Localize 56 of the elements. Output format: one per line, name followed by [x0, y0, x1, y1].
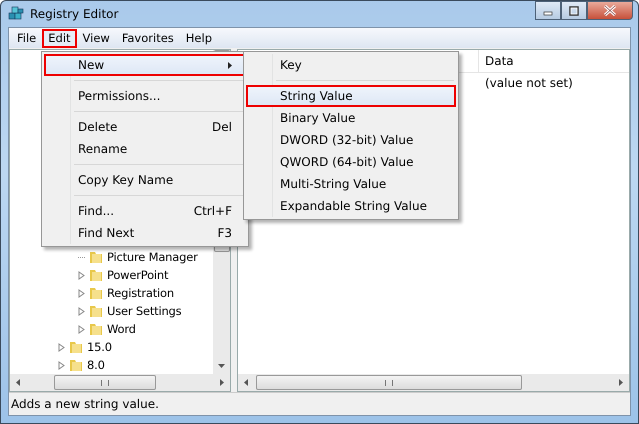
tree-item[interactable]: 8.0: [87, 358, 105, 372]
folder-icon: [88, 267, 104, 283]
tree-item[interactable]: PowerPoint: [107, 268, 168, 282]
maximize-icon: [568, 6, 580, 16]
expand-arrow-icon[interactable]: [78, 270, 85, 280]
folder-icon: [88, 303, 104, 319]
horizontal-scrollbar[interactable]: [10, 374, 230, 391]
folder-icon: [88, 321, 104, 337]
menu-item[interactable]: Multi-String Value: [246, 173, 456, 195]
menu-item[interactable]: Binary Value: [246, 107, 456, 129]
folder-icon: [88, 249, 104, 265]
tree-item[interactable]: Word: [107, 322, 136, 336]
right-arrow-icon[interactable]: [220, 379, 224, 386]
menu-title[interactable]: Help: [180, 28, 218, 48]
minimize-button[interactable]: [535, 1, 561, 20]
window-title: Registry Editor: [30, 7, 118, 21]
menu-item[interactable]: Permissions...: [44, 85, 246, 107]
menu-item[interactable]: Find... Ctrl+F: [44, 200, 246, 222]
menu-item[interactable]: Delete Del: [44, 116, 246, 138]
tree-item[interactable]: Picture Manager: [107, 250, 198, 264]
expand-arrow-icon[interactable]: [58, 360, 65, 370]
expand-arrow-icon[interactable]: [58, 342, 65, 352]
expand-arrow-icon[interactable]: [78, 324, 85, 334]
down-arrow-icon[interactable]: [218, 364, 225, 368]
tree-item[interactable]: User Settings: [107, 304, 182, 318]
close-button[interactable]: [587, 1, 633, 20]
folder-icon: [68, 339, 84, 355]
right-arrow-icon[interactable]: [619, 379, 623, 386]
menu-item[interactable]: Copy Key Name: [44, 169, 246, 191]
cubes-icon: [8, 6, 24, 22]
expand-arrow-icon[interactable]: [78, 306, 85, 316]
folder-icon: [68, 357, 84, 373]
left-arrow-icon[interactable]: [16, 379, 20, 386]
status-text: Adds a new string value.: [11, 397, 159, 411]
menu-item[interactable]: DWORD (32-bit) Value: [246, 129, 456, 151]
menu-item[interactable]: Key: [246, 54, 456, 76]
menu-title[interactable]: File: [11, 28, 42, 48]
tree-item[interactable]: 15.0: [87, 340, 112, 354]
close-icon: [603, 5, 617, 16]
expand-arrow-icon[interactable]: [78, 288, 85, 298]
menu-title[interactable]: Favorites: [116, 28, 180, 48]
column-header[interactable]: Data: [478, 50, 629, 72]
menu-item[interactable]: String Value: [246, 85, 456, 107]
menu-item[interactable]: Find Next F3: [44, 222, 246, 244]
horizontal-scrollbar[interactable]: [238, 374, 629, 391]
menu-title[interactable]: View: [76, 28, 116, 48]
tree-item[interactable]: Registration: [107, 286, 174, 300]
menu-item[interactable]: New: [44, 54, 246, 76]
folder-icon: [88, 285, 104, 301]
menu-item[interactable]: Rename: [44, 138, 246, 160]
menu-title[interactable]: Edit: [42, 28, 77, 48]
table-cell-text: (value not set): [484, 76, 573, 90]
menu-item[interactable]: Expandable String Value: [246, 195, 456, 217]
maximize-button[interactable]: [561, 1, 587, 20]
left-arrow-icon[interactable]: [244, 379, 248, 386]
menu-item[interactable]: QWORD (64-bit) Value: [246, 151, 456, 173]
